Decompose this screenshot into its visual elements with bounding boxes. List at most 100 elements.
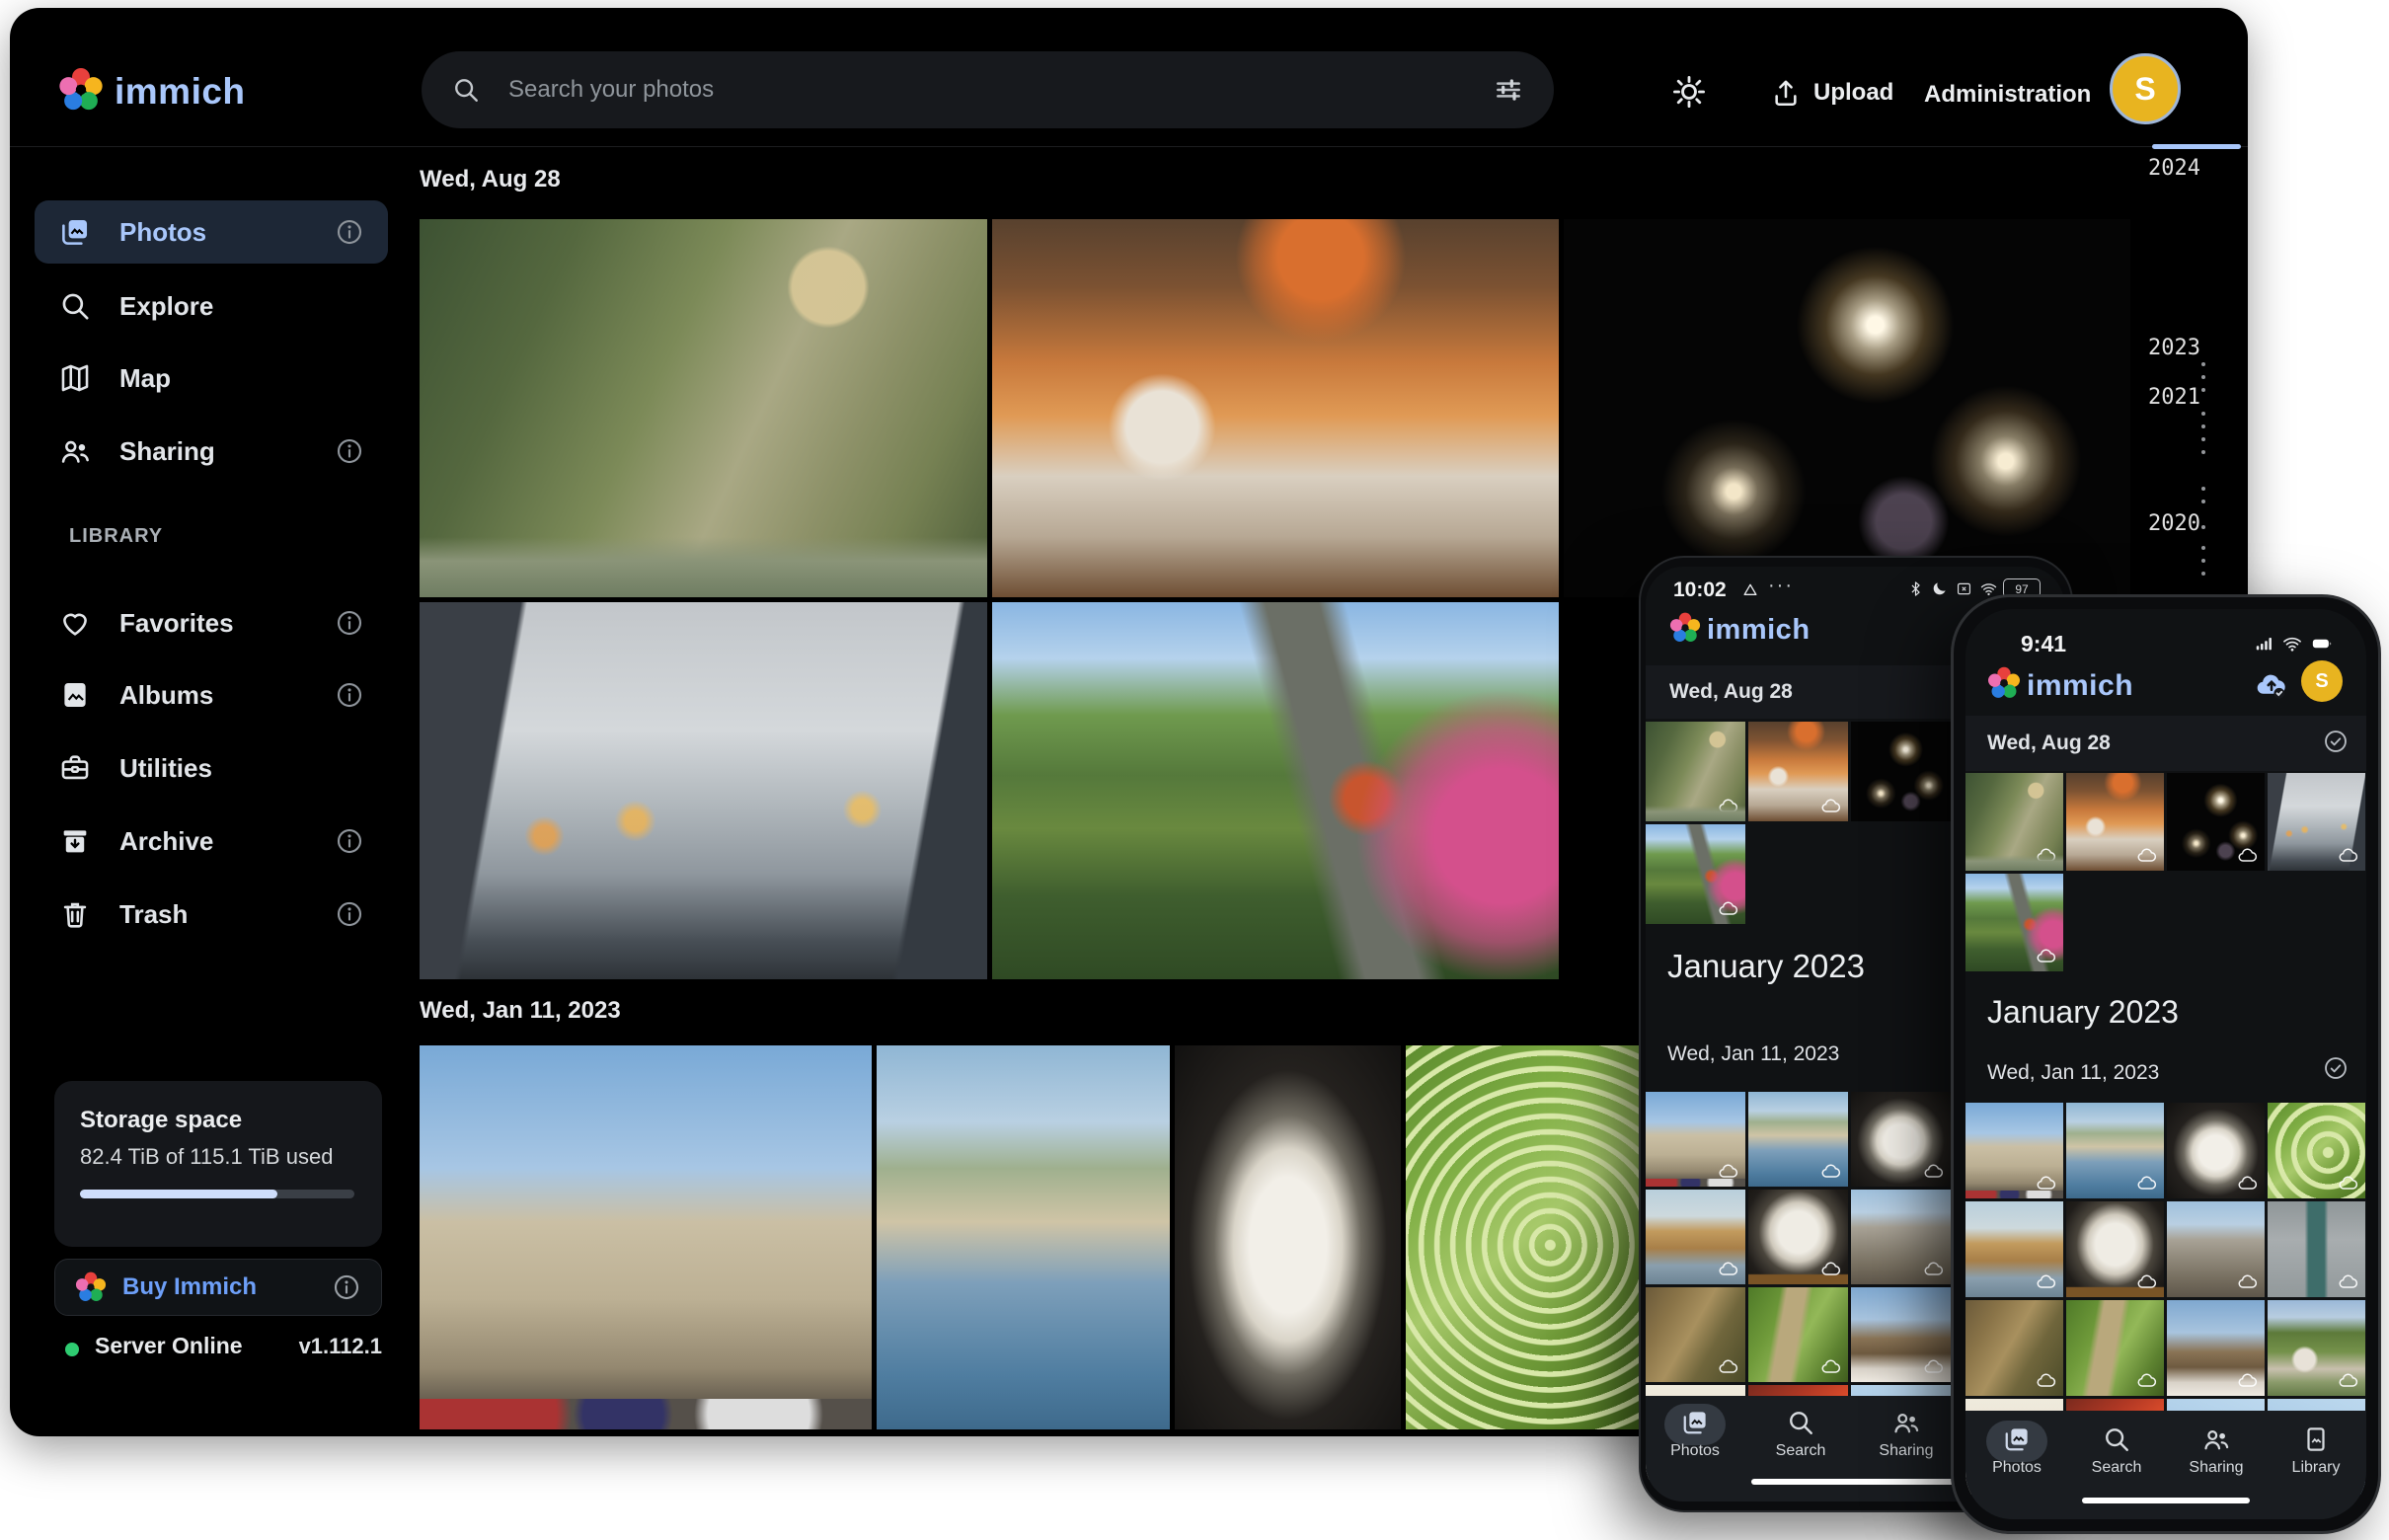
nav-label: Library xyxy=(2267,1459,2365,1477)
info-icon[interactable] xyxy=(335,826,364,856)
sharing-icon xyxy=(58,434,92,468)
nav-label: Sharing xyxy=(2167,1459,2266,1477)
scrubber-position-handle[interactable] xyxy=(2152,144,2241,149)
date-group-header: Wed, Jan 11, 2023 xyxy=(420,997,621,1025)
albums-icon xyxy=(58,678,92,712)
nav-item-search: Search xyxy=(1751,1408,1850,1460)
photo-thumbnail-coastal-fort[interactable] xyxy=(877,1045,1170,1429)
scrubber-year[interactable]: 2023 xyxy=(2148,336,2200,360)
cloud-icon xyxy=(2036,1172,2057,1194)
cloud-icon xyxy=(1718,1160,1739,1182)
buy-immich-label: Buy Immich xyxy=(122,1273,257,1301)
select-all-check-icon xyxy=(2323,1055,2349,1081)
search-icon xyxy=(451,75,481,105)
sidebar-item-utilities[interactable]: Utilities xyxy=(35,736,388,800)
sidebar-item-albums[interactable]: Albums xyxy=(35,663,388,727)
search-input[interactable] xyxy=(506,75,1493,105)
status-triangle-icon xyxy=(1740,580,1760,600)
immich-logo-icon xyxy=(1987,666,2021,700)
immich-logo-icon xyxy=(75,1271,107,1303)
cloud-icon xyxy=(2338,1270,2359,1292)
brand-wordmark: immich xyxy=(1707,614,1811,647)
cloud-icon xyxy=(1923,1355,1945,1377)
sharing-icon xyxy=(1891,1424,1921,1441)
scrubber-year[interactable]: 2024 xyxy=(2148,156,2200,181)
photo-thumbnail-fortress xyxy=(1965,1103,2063,1198)
iphone-screen: 9:41 immich S Wed, Aug 28 January 2023 W… xyxy=(1965,609,2366,1519)
upload-button[interactable]: Upload xyxy=(1770,77,1893,109)
mobile-date-header: Wed, Aug 28 xyxy=(1987,732,2111,755)
mobile-date-header: Wed, Jan 11, 2023 xyxy=(1667,1042,1839,1066)
no-sim-icon xyxy=(1955,579,1973,598)
photo-thumbnail-coastal-fort xyxy=(2066,1103,2164,1198)
photo-thumbnail-zoo-monkeys xyxy=(1646,722,1745,821)
month-header: January 2023 xyxy=(1667,948,1865,985)
photos-icon xyxy=(1680,1424,1710,1441)
search-bar[interactable] xyxy=(422,51,1554,128)
scrubber-year[interactable]: 2021 xyxy=(2148,385,2200,410)
photo-thumbnail-autumn-park[interactable] xyxy=(992,602,1559,979)
administration-label: Administration xyxy=(1924,81,2091,109)
toolbox-icon xyxy=(58,751,92,785)
photo-thumbnail-fortress[interactable] xyxy=(420,1045,872,1429)
sidebar-item-favorites[interactable]: Favorites xyxy=(35,591,388,654)
sidebar-item-label: Explore xyxy=(119,291,213,322)
server-status-dot xyxy=(65,1343,79,1356)
sidebar-section-library: LIBRARY xyxy=(69,525,163,548)
cloud-icon xyxy=(2338,1369,2359,1391)
sidebar-item-map[interactable]: Map xyxy=(35,346,388,410)
photo-thumbnail-sea-grapes[interactable] xyxy=(1406,1045,1639,1429)
sidebar-item-explore[interactable]: Explore xyxy=(35,274,388,338)
sidebar-item-photos[interactable]: Photos xyxy=(35,200,388,264)
sidebar-item-trash[interactable]: Trash xyxy=(35,883,388,946)
photo-thumbnail-autumn-dinner[interactable] xyxy=(992,219,1559,597)
cloud-icon xyxy=(2136,1172,2158,1194)
info-icon[interactable] xyxy=(335,899,364,929)
photo-thumbnail-beach-cliff xyxy=(1965,1201,2063,1297)
sidebar-item-label: Map xyxy=(119,363,171,394)
photo-thumbnail-marble-statue xyxy=(2066,1201,2164,1297)
brand-wordmark: immich xyxy=(115,71,246,113)
photo-thumbnail-sea-grapes xyxy=(2268,1103,2365,1198)
photo-thumbnail-lizard-grass xyxy=(1748,1287,1848,1382)
cloud-icon xyxy=(2036,1270,2057,1292)
photo-thumbnail-holding-hands[interactable] xyxy=(420,602,987,979)
search-filter-icon[interactable] xyxy=(1493,74,1524,106)
info-icon[interactable] xyxy=(335,217,364,247)
sharing-icon xyxy=(2201,1441,2231,1458)
nav-label: Search xyxy=(1751,1442,1850,1460)
status-more-icon: ··· xyxy=(1768,575,1794,597)
info-icon[interactable] xyxy=(335,608,364,638)
photo-thumbnail-fireworks[interactable] xyxy=(1564,219,2130,597)
theme-toggle-button[interactable] xyxy=(1670,73,1708,111)
storage-usage-text: 82.4 TiB of 115.1 TiB used xyxy=(80,1144,333,1170)
cloud-icon xyxy=(1820,1355,1842,1377)
info-icon[interactable] xyxy=(335,680,364,710)
nav-item-sharing: Sharing xyxy=(2167,1424,2266,1477)
photo-thumbnail-winter-church xyxy=(1851,1287,1951,1382)
scrubber-year[interactable]: 2020 xyxy=(2148,511,2200,536)
photo-thumbnail-marble-bust[interactable] xyxy=(1175,1045,1401,1429)
cloud-icon xyxy=(2136,1369,2158,1391)
administration-link[interactable]: Administration xyxy=(1924,81,2091,109)
user-avatar[interactable]: S xyxy=(2110,53,2181,124)
photo-thumbnail-zoo-monkeys[interactable] xyxy=(420,219,987,597)
photo-thumbnail-winter-church xyxy=(2167,1300,2265,1396)
cloud-sync-icon xyxy=(2252,666,2291,702)
cloud-icon xyxy=(2237,844,2259,866)
photo-thumbnail-lizard-branch xyxy=(1965,1300,2063,1396)
sidebar-item-label: Favorites xyxy=(119,608,234,639)
immich-hero-screenshot: immich Upload Administration S xyxy=(0,0,2389,1540)
cloud-icon xyxy=(1718,795,1739,816)
photo-thumbnail-marble-bust xyxy=(1851,1092,1951,1187)
cloud-icon xyxy=(2136,844,2158,866)
buy-immich-button[interactable]: Buy Immich xyxy=(54,1259,382,1316)
sidebar-item-archive[interactable]: Archive xyxy=(35,809,388,873)
info-icon[interactable] xyxy=(332,1272,361,1302)
search-icon xyxy=(58,289,92,323)
info-icon[interactable] xyxy=(335,436,364,466)
mobile-bottom-nav: Photos Search Sharing Library xyxy=(1965,1411,2366,1519)
photo-thumbnail-autumn-park xyxy=(1646,824,1745,924)
battery-icon xyxy=(2309,633,2335,654)
sidebar-item-sharing[interactable]: Sharing xyxy=(35,420,388,483)
